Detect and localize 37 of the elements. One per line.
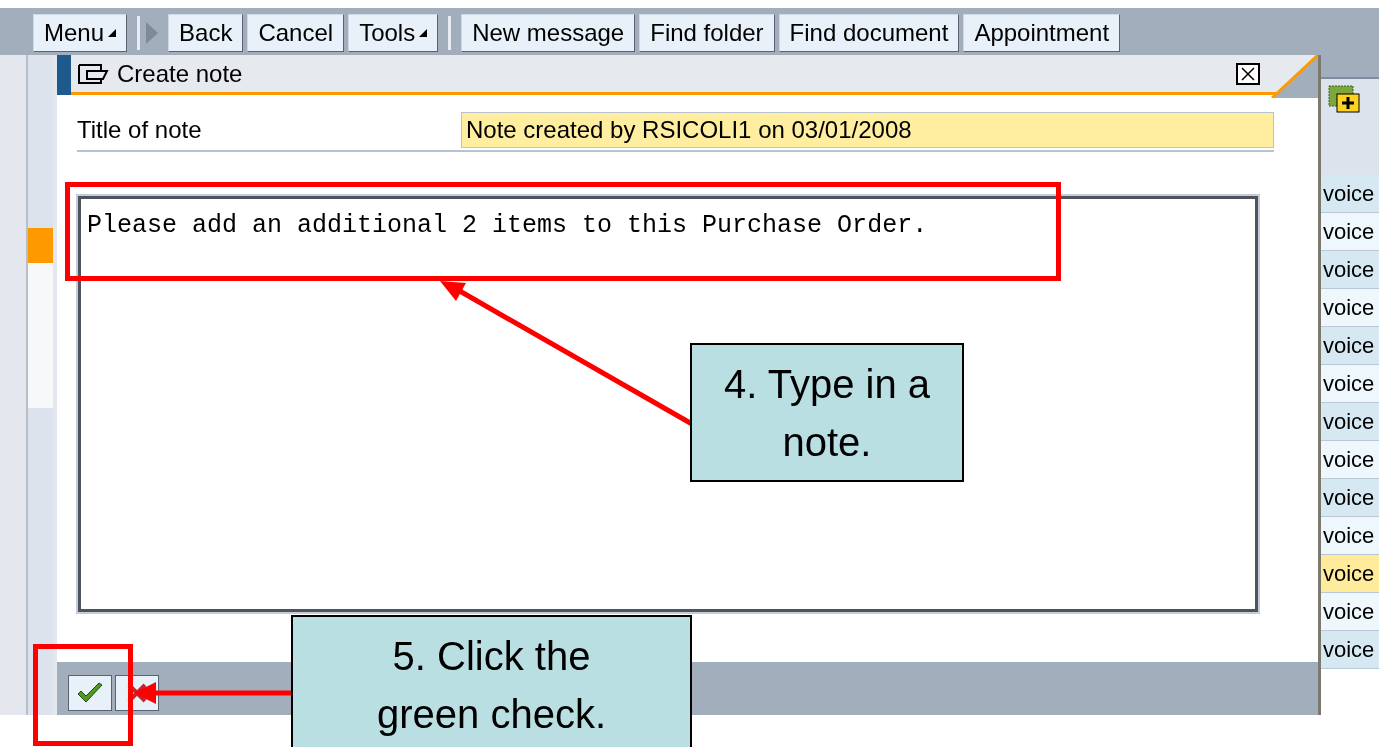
table-cell[interactable]: voice bbox=[1321, 365, 1379, 403]
toolbar-button[interactable]: Find folder bbox=[639, 14, 775, 52]
table-cell[interactable]: voice bbox=[1321, 593, 1379, 631]
field-label: Title of note bbox=[77, 115, 203, 145]
table-cell[interactable]: voice bbox=[1321, 175, 1379, 213]
title-accent-bar bbox=[57, 55, 71, 95]
table-cell[interactable]: voice bbox=[1321, 441, 1379, 479]
row-marker bbox=[28, 228, 53, 263]
toolbar-button[interactable]: Cancel bbox=[247, 14, 345, 52]
table-cell[interactable]: voice bbox=[1321, 517, 1379, 555]
toolbar-button[interactable]: Back bbox=[168, 14, 244, 52]
note-text: Please add an additional 2 items to this Purchase Order. bbox=[87, 211, 928, 240]
toolbar-button[interactable]: Find document bbox=[778, 14, 960, 52]
table-cell[interactable]: voice bbox=[1321, 327, 1379, 365]
confirm-button[interactable] bbox=[68, 674, 112, 711]
toolbar-button[interactable]: Menu bbox=[33, 14, 128, 52]
callout-box: 4. Type in a note. bbox=[690, 343, 964, 482]
title-field[interactable]: Note created by RSICOLI1 on 03/01/2008 bbox=[461, 112, 1274, 148]
check-icon bbox=[76, 681, 104, 704]
toolbar-button[interactable]: New message bbox=[461, 14, 636, 52]
table-cell[interactable]: voice bbox=[1321, 555, 1379, 593]
table-cell[interactable]: voice bbox=[1321, 403, 1379, 441]
triangle-icon bbox=[146, 22, 159, 44]
caret-icon bbox=[419, 29, 428, 37]
table-cell[interactable]: voice bbox=[1321, 289, 1379, 327]
add-folder-icon[interactable] bbox=[1327, 84, 1361, 114]
table-cell[interactable]: voice bbox=[1321, 251, 1379, 289]
table-cell[interactable]: voice bbox=[1321, 631, 1379, 669]
caret-icon bbox=[108, 29, 117, 37]
close-button[interactable] bbox=[1236, 62, 1260, 85]
callout-box: 5. Click the green check. bbox=[291, 615, 692, 747]
table-cell[interactable]: voice bbox=[1321, 213, 1379, 251]
note-icon bbox=[77, 62, 109, 85]
dialog-title: Create note bbox=[117, 58, 243, 89]
toolbar-button[interactable]: Appointment bbox=[963, 14, 1121, 52]
table-cell[interactable]: voice bbox=[1321, 479, 1379, 517]
toolbar-button[interactable]: Tools bbox=[348, 14, 439, 52]
